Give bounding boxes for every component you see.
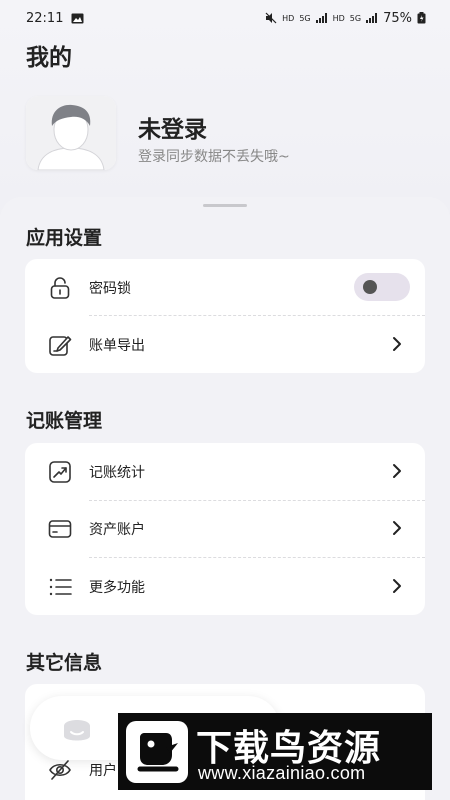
signal-icon-2 [366, 13, 378, 23]
net-5g-1: 5G [299, 13, 311, 23]
profile-subtitle: 登录同步数据不丢失哦~ [138, 149, 290, 165]
mute-vibrate-icon [265, 12, 277, 24]
chevron-right-icon [393, 579, 401, 593]
section-title-bookkeeping: 记账管理 [26, 410, 103, 432]
row-bill-export[interactable]: 账单导出 [25, 316, 425, 373]
section-title-app-settings: 应用设置 [26, 227, 103, 249]
row-label: 账单导出 [89, 337, 145, 354]
assistant-bot-icon [64, 720, 90, 741]
gallery-notification-icon [71, 13, 84, 23]
card-icon [48, 520, 72, 538]
eye-off-icon [49, 760, 71, 780]
status-time: 22:11 [26, 10, 64, 26]
toggle-knob [363, 280, 377, 294]
bird-logo-icon [126, 721, 188, 783]
row-label: 记账统计 [89, 464, 145, 481]
trend-chart-icon [49, 461, 71, 483]
lock-icon [50, 277, 70, 299]
edit-note-icon [49, 336, 72, 356]
section-title-other-info: 其它信息 [26, 652, 103, 674]
row-label: 更多功能 [89, 579, 145, 596]
watermark-url: www.xiazainiao.com [198, 763, 366, 783]
default-avatar-icon [26, 96, 116, 170]
status-bar: 22:11 HD 5G HD 5G 75% [0, 0, 450, 36]
chevron-right-icon [393, 464, 401, 478]
list-icon [49, 578, 72, 596]
avatar[interactable] [26, 96, 116, 170]
net-hd-2: HD [332, 13, 345, 23]
row-label: 密码锁 [89, 280, 131, 297]
card-app-settings: 密码锁 账单导出 [25, 259, 425, 373]
row-password-lock[interactable]: 密码锁 [25, 259, 425, 316]
row-asset-accounts[interactable]: 资产账户 [25, 500, 425, 557]
net-5g-2: 5G [349, 13, 362, 23]
card-bookkeeping: 记账统计 资产账户 更多功能 [25, 443, 425, 615]
status-right: HD 5G HD 5G 75% [265, 11, 426, 26]
row-label: 用户 [89, 762, 117, 779]
page-title: 我的 [26, 45, 72, 71]
chevron-right-icon [393, 521, 401, 535]
battery-icon [417, 12, 426, 24]
row-more-features[interactable]: 更多功能 [25, 558, 425, 615]
profile-name[interactable]: 未登录 [138, 110, 207, 144]
battery-percent: 75% [383, 10, 412, 26]
signal-icon-1 [315, 13, 327, 23]
status-left: 22:11 [26, 11, 84, 26]
chevron-right-icon [393, 337, 401, 351]
watermark-banner: 下载鸟资源 www.xiazainiao.com [118, 713, 432, 790]
drag-handle[interactable] [203, 204, 247, 207]
net-hd-1: HD [282, 13, 295, 23]
password-lock-toggle[interactable] [354, 273, 410, 301]
row-label: 资产账户 [89, 521, 145, 538]
row-statistics[interactable]: 记账统计 [25, 443, 425, 500]
